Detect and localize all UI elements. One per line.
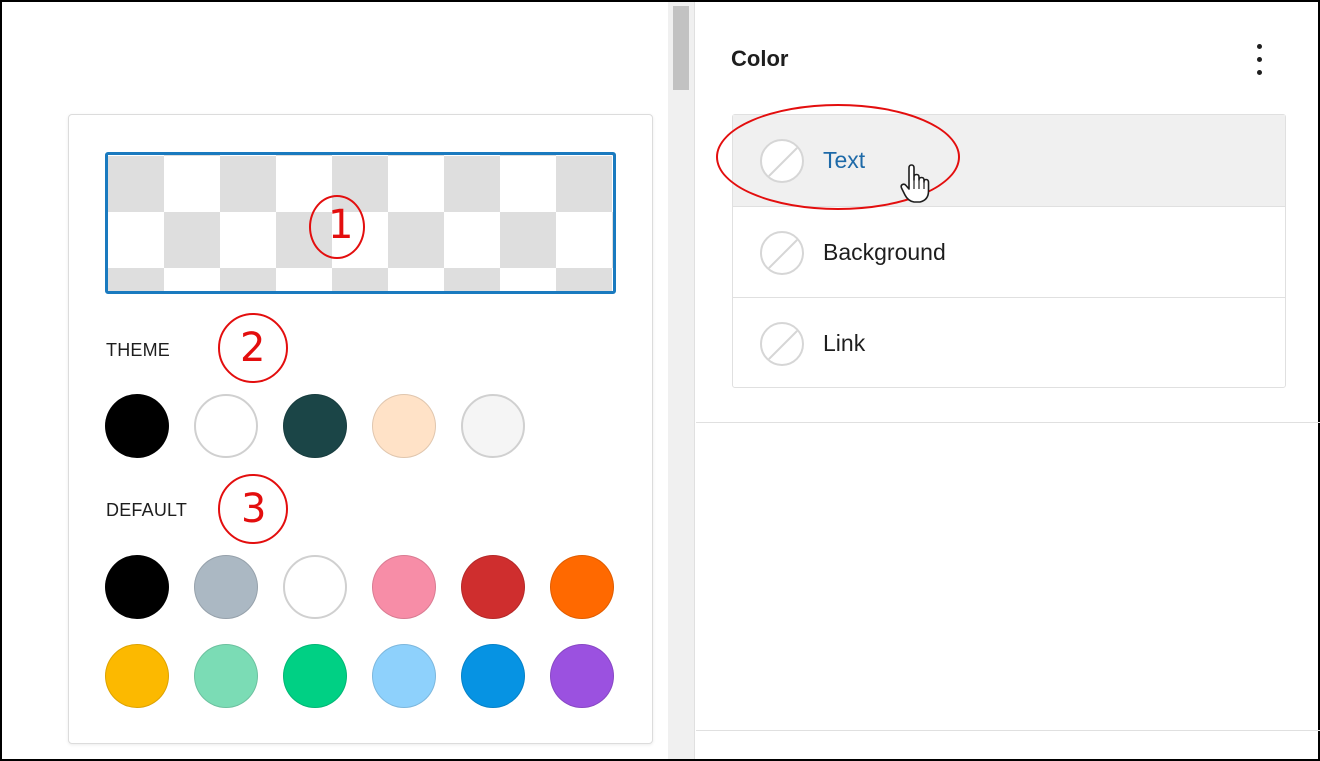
hand-cursor-icon: [900, 164, 930, 203]
color-swatch-luminous-vivid-orange[interactable]: [550, 555, 614, 619]
default-section-label: DEFAULT: [106, 500, 188, 520]
color-swatch-cyan-bluish-gray[interactable]: [194, 555, 258, 619]
color-swatch-white[interactable]: [283, 555, 347, 619]
scrollbar-track[interactable]: [668, 2, 694, 759]
color-swatch-white[interactable]: [194, 394, 258, 458]
color-item-background[interactable]: Background: [733, 206, 1285, 297]
color-swatch-light-green-cyan[interactable]: [194, 644, 258, 708]
color-swatch-vivid-purple[interactable]: [550, 644, 614, 708]
color-item-label: Background: [823, 239, 946, 265]
color-swatch-light-gray[interactable]: [461, 394, 525, 458]
color-swatch-black[interactable]: [105, 394, 169, 458]
theme-section-label: THEME: [106, 340, 170, 360]
annotation-number-1: 1: [328, 202, 354, 248]
color-swatch-luminous-vivid-amber[interactable]: [105, 644, 169, 708]
color-panel-title: Color: [731, 46, 789, 71]
pane-divider: [694, 2, 695, 759]
scrollbar-thumb[interactable]: [673, 6, 689, 90]
color-swatch-vivid-cyan-blue[interactable]: [461, 644, 525, 708]
annotation-number-3: 3: [241, 486, 267, 532]
no-color-swatch-icon: [760, 322, 804, 366]
annotation-number-2: 2: [240, 325, 266, 371]
color-swatch-black[interactable]: [105, 555, 169, 619]
color-swatch-vivid-red[interactable]: [461, 555, 525, 619]
color-swatch-pale-pink[interactable]: [372, 555, 436, 619]
color-item-link[interactable]: Link: [733, 297, 1285, 388]
more-vertical-icon[interactable]: [1248, 40, 1272, 80]
color-item-label: Link: [823, 330, 866, 356]
panel-section-divider: [696, 730, 1320, 731]
no-color-swatch-icon: [760, 231, 804, 275]
color-swatch-peach[interactable]: [372, 394, 436, 458]
color-swatch-vivid-green-cyan[interactable]: [283, 644, 347, 708]
color-swatch-pale-cyan-blue[interactable]: [372, 644, 436, 708]
color-swatch-dark-teal[interactable]: [283, 394, 347, 458]
panel-section-divider: [696, 422, 1320, 423]
